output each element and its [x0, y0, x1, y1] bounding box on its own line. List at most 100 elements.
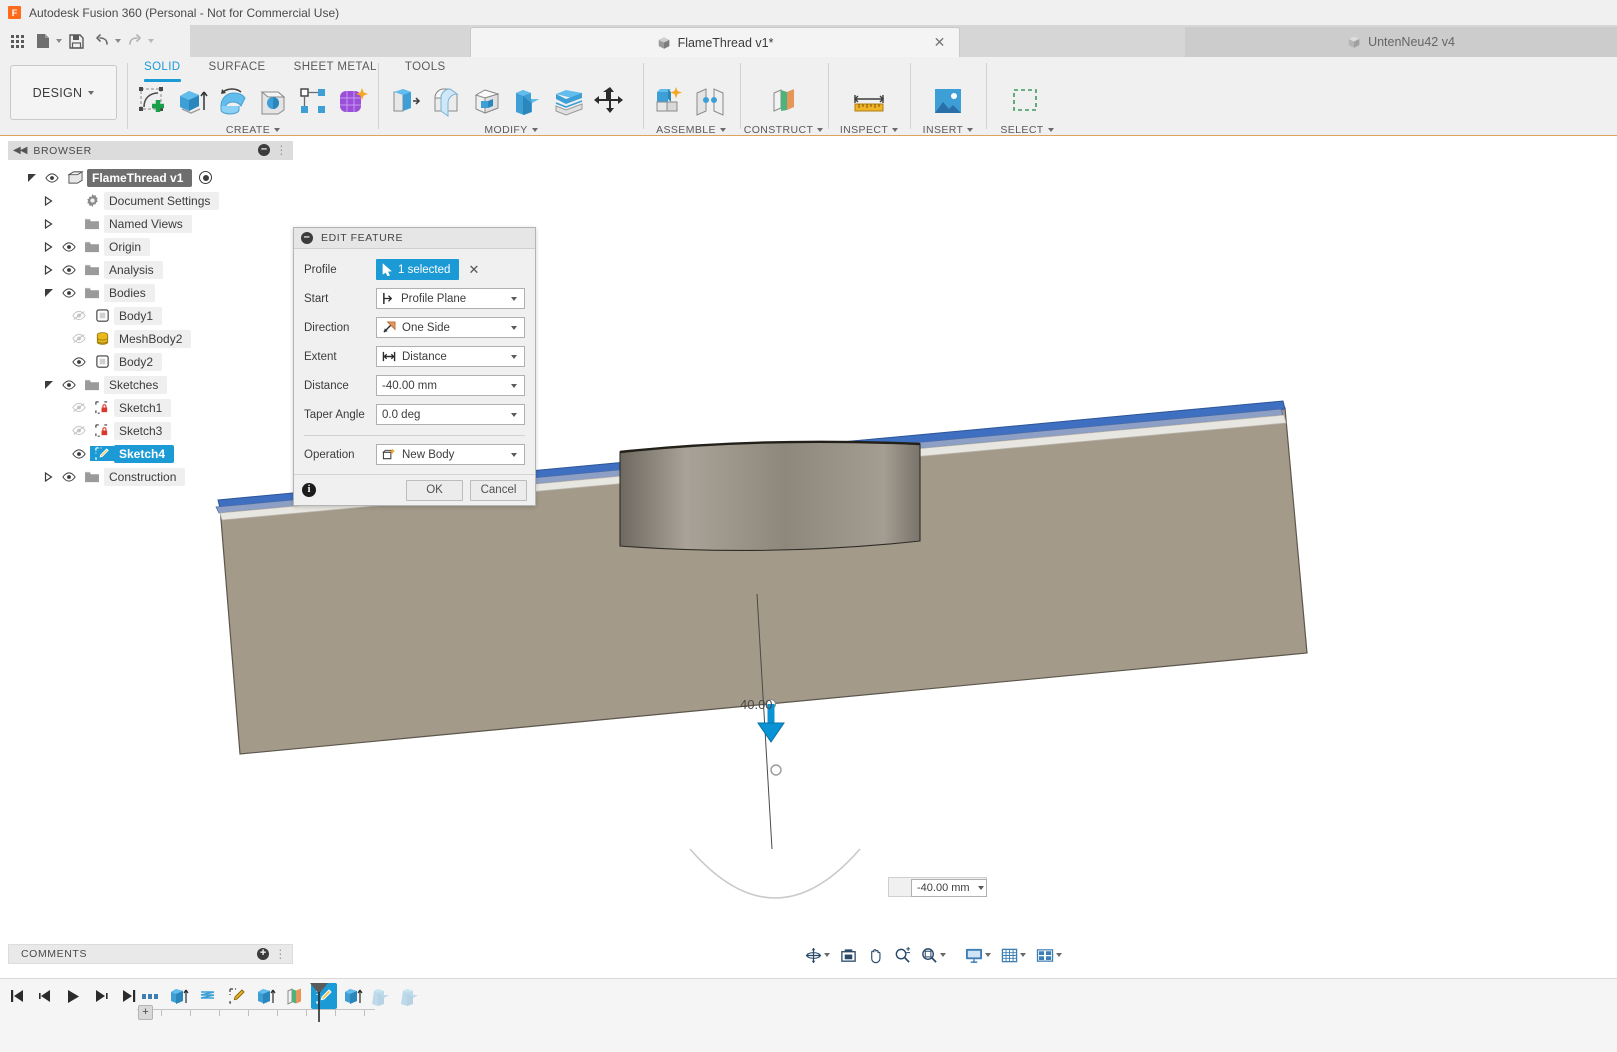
tree-item-sketch4[interactable]: Sketch4	[8, 442, 293, 465]
twisty-open-icon[interactable]	[39, 288, 58, 298]
chevron-down-icon[interactable]	[940, 953, 946, 957]
timeline-feature-extrude-2[interactable]	[253, 983, 279, 1009]
canvas-distance-input[interactable]: -40.00 mm	[911, 879, 987, 897]
new-component-button[interactable]	[648, 79, 689, 123]
chevron-down-icon[interactable]	[511, 355, 517, 359]
panel-title-modify[interactable]: MODIFY	[384, 124, 638, 136]
save-button[interactable]	[64, 28, 88, 54]
redo-group[interactable]	[123, 28, 154, 54]
timeline-feature-sketch-1[interactable]	[224, 983, 250, 1009]
grid-snaps-button[interactable]	[996, 943, 1031, 967]
timeline-feature-plane[interactable]	[282, 983, 308, 1009]
step-forward-button[interactable]	[92, 986, 110, 1006]
ribbon-tab-surface[interactable]: SURFACE	[195, 58, 280, 78]
create-form-button[interactable]	[333, 79, 373, 123]
chevron-down-icon[interactable]	[511, 297, 517, 301]
undo-group[interactable]	[90, 28, 121, 54]
ribbon-tab-solid[interactable]: SOLID	[130, 58, 195, 78]
visibility-eye-icon[interactable]	[58, 472, 80, 482]
measure-button[interactable]	[846, 79, 893, 123]
chevron-down-icon[interactable]	[511, 453, 517, 457]
panel-title-select[interactable]: SELECT	[992, 124, 1062, 136]
profile-selection-button[interactable]: 1 selected	[376, 259, 459, 280]
twisty-closed-icon[interactable]	[39, 242, 58, 252]
document-tab-inactive[interactable]: UntenNeu42 v4	[1185, 27, 1617, 57]
chevron-down-icon[interactable]	[985, 953, 991, 957]
clear-selection-icon[interactable]: ✕	[468, 264, 479, 276]
new-file-group[interactable]	[31, 28, 62, 54]
timeline-track[interactable]	[137, 1009, 375, 1019]
timeline-feature-extrude-3[interactable]	[340, 983, 366, 1009]
tree-item-named-views[interactable]: Named Views	[8, 212, 293, 235]
step-back-button[interactable]	[36, 986, 54, 1006]
info-icon[interactable]: i	[302, 483, 316, 497]
visibility-eye-off-icon[interactable]	[68, 425, 90, 436]
panel-grip-icon[interactable]: ⋮	[275, 145, 288, 156]
chevron-down-icon[interactable]	[148, 39, 154, 43]
insert-image-button[interactable]	[925, 79, 972, 123]
panel-title-insert[interactable]: INSERT	[916, 124, 980, 136]
tree-item-origin[interactable]: Origin	[8, 235, 293, 258]
chevron-down-icon[interactable]	[1020, 953, 1026, 957]
comments-panel-header[interactable]: COMMENTS + ⋮	[8, 944, 293, 964]
chevron-down-icon[interactable]	[1056, 953, 1062, 957]
document-tab-active[interactable]: FlameThread v1* ✕	[470, 27, 960, 57]
twisty-open-icon[interactable]	[22, 173, 41, 183]
chevron-down-icon[interactable]	[115, 39, 121, 43]
tree-item-document-settings[interactable]: Document Settings	[8, 189, 293, 212]
visibility-eye-icon[interactable]	[58, 288, 80, 298]
distance-input[interactable]: -40.00 mm	[376, 375, 525, 396]
dialog-title-bar[interactable]: – EDIT FEATURE	[294, 228, 535, 249]
tree-item-sketch1[interactable]: Sketch1	[8, 396, 293, 419]
visibility-eye-off-icon[interactable]	[68, 402, 90, 413]
shell-button[interactable]	[466, 79, 507, 123]
timeline-feature-coil[interactable]	[195, 983, 221, 1009]
timeline-feature-extrude-1[interactable]	[166, 983, 192, 1009]
twisty-closed-icon[interactable]	[39, 265, 58, 275]
ribbon-tab-sheet-metal[interactable]: SHEET METAL	[280, 58, 391, 78]
panel-title-construct[interactable]: CONSTRUCT	[746, 124, 821, 136]
visibility-eye-icon[interactable]	[58, 265, 80, 275]
file-icon[interactable]	[31, 28, 55, 54]
pan-button[interactable]	[862, 943, 889, 967]
joint-button[interactable]	[689, 79, 730, 123]
combine-button[interactable]	[507, 79, 548, 123]
canvas-distance-field[interactable]: -40.00 mm	[888, 877, 987, 897]
operation-combo[interactable]: New Body	[376, 444, 525, 465]
cancel-button[interactable]: Cancel	[470, 480, 527, 501]
play-button[interactable]	[64, 986, 82, 1006]
chevron-down-icon[interactable]	[56, 39, 62, 43]
create-sketch-button[interactable]	[133, 79, 173, 123]
tree-item-sketches[interactable]: Sketches	[8, 373, 293, 396]
twisty-closed-icon[interactable]	[39, 196, 58, 206]
fillet-button[interactable]	[425, 79, 466, 123]
timeline-feature-combine-2[interactable]	[398, 983, 424, 1009]
chevron-down-icon[interactable]	[824, 953, 830, 957]
activate-component-radio[interactable]	[199, 171, 212, 184]
redo-arrow-icon[interactable]	[123, 28, 147, 54]
visibility-eye-off-icon[interactable]	[68, 333, 90, 344]
tree-item-sketch3[interactable]: Sketch3	[8, 419, 293, 442]
display-settings-button[interactable]	[960, 943, 996, 967]
chevron-down-icon[interactable]	[978, 886, 984, 890]
dialog-collapse-icon[interactable]: –	[301, 232, 313, 244]
tree-item-construction[interactable]: Construction	[8, 465, 293, 488]
visibility-eye-icon[interactable]	[68, 357, 90, 367]
ribbon-tab-tools[interactable]: TOOLS	[391, 58, 460, 78]
sweep-button[interactable]	[253, 79, 293, 123]
split-face-button[interactable]	[548, 79, 589, 123]
app-grid-button[interactable]	[5, 28, 29, 54]
tree-item-meshbody2[interactable]: MeshBody2	[8, 327, 293, 350]
browser-minimize-icon[interactable]: –	[258, 144, 270, 156]
timeline-playhead-marker[interactable]	[308, 982, 330, 1024]
fit-button[interactable]	[916, 943, 951, 967]
edit-feature-dialog[interactable]: – EDIT FEATURE Profile 1 selected ✕ Star…	[293, 227, 536, 506]
revolve-button[interactable]	[213, 79, 253, 123]
chevron-down-icon[interactable]	[511, 384, 517, 388]
move-copy-button[interactable]	[589, 79, 630, 123]
viewports-button[interactable]	[1031, 943, 1067, 967]
twisty-open-icon[interactable]	[39, 380, 58, 390]
add-comment-icon[interactable]: +	[257, 948, 269, 960]
twisty-closed-icon[interactable]	[39, 472, 58, 482]
visibility-eye-icon[interactable]	[68, 449, 90, 459]
